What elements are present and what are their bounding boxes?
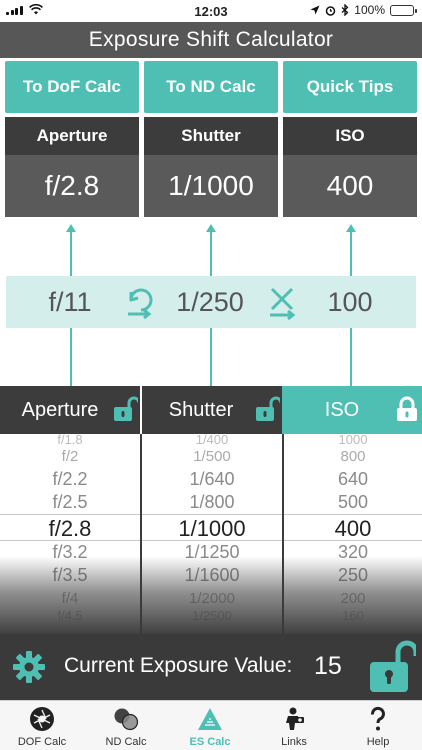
to-nd-calc-button[interactable]: To ND Calc [144, 61, 278, 113]
picker-option-selected[interactable]: 1/1000 [142, 514, 282, 541]
exposure-value: 15 [314, 652, 342, 680]
quick-tips-button[interactable]: Quick Tips [283, 61, 417, 113]
picker-option[interactable]: f/4.5 [0, 609, 140, 622]
picker-option[interactable]: f/3.5 [0, 564, 140, 587]
picker-option[interactable]: 500 [284, 491, 422, 514]
picker-option[interactable]: f/1.8 [0, 434, 140, 446]
picker-option[interactable]: 1/1600 [142, 564, 282, 587]
picker-option[interactable]: f/2.5 [0, 491, 140, 514]
rotate-swap-icon[interactable] [122, 283, 160, 321]
picker-option-selected[interactable]: f/2.8 [0, 514, 140, 541]
unlock-icon[interactable] [368, 638, 416, 696]
tab-bar: DOF Calc ND Calc ES Calc Links Help [0, 700, 422, 750]
page-title: Exposure Shift Calculator [0, 22, 422, 58]
bluetooth-icon [341, 4, 349, 16]
picker-option[interactable]: f/2 [0, 445, 140, 468]
shift-shutter-value: 1/250 [176, 287, 244, 317]
location-icon [310, 5, 320, 15]
to-dof-calc-button[interactable]: To DoF Calc [5, 61, 139, 113]
picker-option[interactable]: 1/500 [142, 445, 282, 468]
iso-connector-line [350, 230, 352, 276]
battery-icon [390, 4, 417, 16]
picker-option[interactable]: 320 [284, 541, 422, 564]
exposure-value-bar: Current Exposure Value: 15 [0, 634, 422, 700]
es-triangle-icon [198, 708, 222, 730]
picker-option[interactable]: 1/640 [142, 468, 282, 491]
tab-dof-calc[interactable]: DOF Calc [0, 701, 84, 750]
alarm-icon [326, 5, 336, 16]
picker-option[interactable]: 1/2000 [142, 587, 282, 610]
tab-label: Help [366, 736, 390, 748]
tab-label: ES Calc [189, 736, 231, 748]
iso-lower-line [350, 328, 352, 386]
iso-picker-wheel[interactable]: 1000 800 640 500 400 320 250 200 160 [284, 434, 422, 634]
tab-label: DOF Calc [17, 736, 67, 748]
picker-option[interactable]: 250 [284, 564, 422, 587]
shift-aperture-value: f/11 [48, 287, 92, 317]
tab-label: ND Calc [105, 736, 147, 748]
cross-swap-icon[interactable] [264, 283, 302, 321]
aperture-connector-line [70, 230, 72, 276]
shutter-lower-line [210, 328, 212, 386]
links-icon [286, 707, 304, 730]
shutter-picker-wheel[interactable]: 1/400 1/500 1/640 1/800 1/1000 1/1250 1/… [142, 434, 282, 634]
picker-option[interactable]: f/2.2 [0, 468, 140, 491]
picker-option[interactable]: 1/1250 [142, 541, 282, 564]
picker-option-selected[interactable]: 400 [284, 514, 422, 541]
aperture-card-value: f/2.8 [5, 155, 139, 217]
battery-percent: 100% [354, 3, 385, 17]
aperture-card-header: Aperture [5, 117, 139, 155]
picker-option[interactable]: 1/400 [142, 434, 282, 446]
tab-es-calc[interactable]: ES Calc [168, 701, 252, 750]
picker-option[interactable]: f/3.2 [0, 541, 140, 564]
picker-option[interactable]: 640 [284, 468, 422, 491]
picker-option[interactable]: 800 [284, 445, 422, 468]
nd-filter-icon [114, 708, 139, 731]
shutter-card-value: 1/1000 [144, 155, 278, 217]
picker-option[interactable]: 1000 [284, 434, 422, 446]
aperture-picker-wheel[interactable]: f/1.8 f/2 f/2.2 f/2.5 f/2.8 f/3.2 f/3.5 … [0, 434, 140, 634]
unlock-icon[interactable] [112, 396, 138, 422]
tab-help[interactable]: Help [336, 701, 420, 750]
shift-iso-value: 100 [327, 287, 373, 317]
picker-option[interactable]: 1/800 [142, 491, 282, 514]
lock-icon[interactable] [394, 396, 420, 422]
picker-option[interactable]: 1/2500 [142, 609, 282, 622]
shutter-picker-header[interactable]: Shutter [142, 386, 282, 434]
tab-nd-calc[interactable]: ND Calc [84, 701, 168, 750]
picker-option[interactable]: 160 [284, 609, 422, 622]
iso-picker-header[interactable]: ISO [282, 386, 422, 434]
tab-links[interactable]: Links [252, 701, 336, 750]
help-icon [371, 706, 385, 731]
iso-card-value: 400 [283, 155, 417, 217]
aperture-picker-header[interactable]: Aperture [0, 386, 140, 434]
picker-option[interactable]: f/4 [0, 587, 140, 610]
picker-option[interactable]: 200 [284, 587, 422, 610]
shutter-connector-line [210, 230, 212, 276]
aperture-icon [30, 707, 54, 731]
iso-card-header: ISO [283, 117, 417, 155]
shutter-card-header: Shutter [144, 117, 278, 155]
aperture-lower-line [70, 328, 72, 386]
unlock-icon[interactable] [254, 396, 280, 422]
tab-label: Links [281, 736, 307, 748]
status-bar: 12:03 100% [0, 0, 422, 22]
exposure-value-label: Current Exposure Value: [64, 654, 293, 677]
gear-icon[interactable] [12, 650, 46, 684]
